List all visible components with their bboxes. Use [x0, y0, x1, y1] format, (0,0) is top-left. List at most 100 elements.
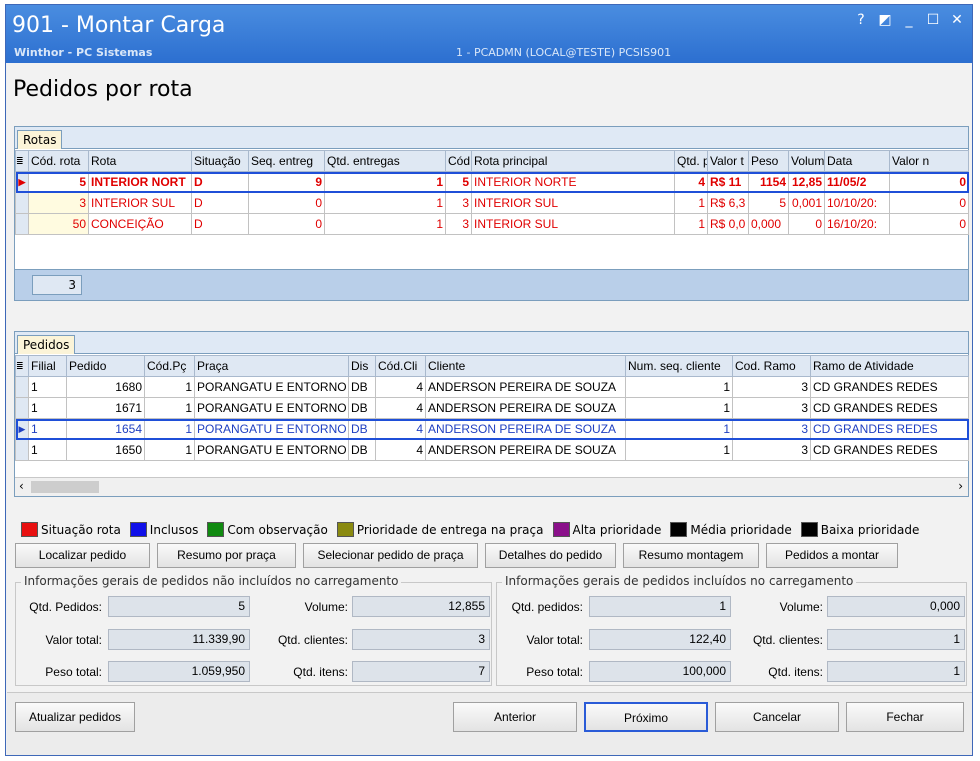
table-cell[interactable]: 50 [28, 213, 89, 235]
rotas-table[interactable]: ≣ Cód. rota Rota Situação Seq. entreg Qt… [15, 150, 969, 235]
col-volume[interactable]: Volume [788, 150, 825, 172]
table-cell[interactable]: 1650 [66, 439, 145, 461]
table-cell[interactable]: 0 [889, 213, 969, 235]
table-cell[interactable]: CD GRANDES REDES [810, 418, 969, 440]
table-cell[interactable]: 1154 [748, 171, 789, 193]
col-ramo-atividade[interactable]: Ramo de Atividade [810, 355, 969, 377]
table-cell[interactable]: D [191, 213, 249, 235]
table-cell[interactable]: 10/10/20: [824, 192, 890, 214]
table-cell[interactable]: 1 [28, 397, 67, 419]
column-chooser-icon[interactable]: ≣ [15, 150, 29, 172]
detalhes-pedido-button[interactable]: Detalhes do pedido [485, 543, 616, 568]
table-cell[interactable]: 1671 [66, 397, 145, 419]
table-cell[interactable]: PORANGATU E ENTORNO [194, 376, 349, 398]
table-cell[interactable]: DB [348, 439, 376, 461]
table-cell[interactable]: 1 [144, 418, 195, 440]
col-cod-pc[interactable]: Cód.Pç [144, 355, 195, 377]
table-cell[interactable]: ANDERSON PEREIRA DE SOUZA [425, 439, 626, 461]
col-cod-cli[interactable]: Cód.Cli [375, 355, 426, 377]
col-pedido[interactable]: Pedido [66, 355, 145, 377]
scroll-thumb[interactable] [31, 481, 99, 493]
table-cell[interactable]: 1680 [66, 376, 145, 398]
table-cell[interactable]: 0,001 [788, 192, 825, 214]
col-praca[interactable]: Praça [194, 355, 349, 377]
col-situacao[interactable]: Situação [191, 150, 249, 172]
table-cell[interactable]: 9 [248, 171, 325, 193]
col-valor-n[interactable]: Valor n [889, 150, 969, 172]
table-cell[interactable]: 1 [625, 397, 733, 419]
table-cell[interactable]: INTERIOR NORT [88, 171, 192, 193]
table-cell[interactable]: 1 [324, 171, 446, 193]
table-cell[interactable]: 4 [375, 439, 426, 461]
column-chooser-icon[interactable]: ≣ [15, 355, 29, 377]
col-filial[interactable]: Filial [28, 355, 67, 377]
table-cell[interactable]: R$ 0,0 [707, 213, 749, 235]
tab-pedidos[interactable]: Pedidos [17, 335, 76, 354]
table-cell[interactable]: 1 [674, 192, 708, 214]
table-cell[interactable]: PORANGATU E ENTORNO [194, 418, 349, 440]
table-cell[interactable]: 3 [445, 213, 472, 235]
table-cell[interactable]: DB [348, 397, 376, 419]
col-cod-rota[interactable]: Cód. rota [28, 150, 89, 172]
help-icon[interactable]: ? [854, 13, 868, 27]
table-cell[interactable]: 1654 [66, 418, 145, 440]
table-row[interactable]: 1 1671 1 PORANGATU E ENTORNO DB 4 ANDERS… [15, 397, 969, 419]
close-icon[interactable]: ✕ [950, 13, 964, 27]
table-cell[interactable]: 1 [144, 397, 195, 419]
table-cell[interactable]: 0 [889, 171, 969, 193]
table-row[interactable]: 1 1680 1 PORANGATU E ENTORNO DB 4 ANDERS… [15, 376, 969, 398]
proximo-button[interactable]: Próximo [584, 702, 708, 732]
resumo-por-praca-button[interactable]: Resumo por praça [157, 543, 296, 568]
col-peso[interactable]: Peso [748, 150, 789, 172]
table-cell[interactable]: ANDERSON PEREIRA DE SOUZA [425, 418, 626, 440]
table-cell[interactable]: 1 [144, 376, 195, 398]
table-cell[interactable]: 3 [732, 418, 811, 440]
table-cell[interactable]: ANDERSON PEREIRA DE SOUZA [425, 397, 626, 419]
table-cell[interactable]: INTERIOR SUL [88, 192, 192, 214]
table-cell[interactable]: CONCEIÇÃO [88, 213, 192, 235]
table-cell[interactable]: 3 [732, 439, 811, 461]
table-cell[interactable]: 1 [625, 376, 733, 398]
col-dis[interactable]: Dis [348, 355, 376, 377]
table-cell[interactable]: 3 [28, 192, 89, 214]
minimize-icon[interactable]: _ [902, 13, 916, 27]
table-cell[interactable]: 4 [375, 397, 426, 419]
localizar-pedido-button[interactable]: Localizar pedido [15, 543, 150, 568]
table-cell[interactable]: D [191, 171, 249, 193]
table-cell[interactable]: INTERIOR SUL [471, 213, 675, 235]
table-cell[interactable]: 5 [445, 171, 472, 193]
table-cell[interactable]: INTERIOR NORTE [471, 171, 675, 193]
table-row[interactable]: 3 INTERIOR SUL D 0 1 3 INTERIOR SUL 1 R$… [15, 192, 969, 214]
col-rota[interactable]: Rota [88, 150, 192, 172]
table-cell[interactable]: 3 [732, 397, 811, 419]
resumo-montagem-button[interactable]: Resumo montagem [623, 543, 759, 568]
table-cell[interactable]: 0 [889, 192, 969, 214]
table-cell[interactable]: 0 [788, 213, 825, 235]
table-cell[interactable]: 1 [674, 213, 708, 235]
table-cell[interactable]: 1 [324, 213, 446, 235]
table-cell[interactable]: R$ 11 [707, 171, 749, 193]
col-qtd-entregas[interactable]: Qtd. entregas [324, 150, 446, 172]
col-cliente[interactable]: Cliente [425, 355, 626, 377]
col-rota-principal[interactable]: Rota principal [471, 150, 675, 172]
col-seq-entreg[interactable]: Seq. entreg [248, 150, 325, 172]
table-cell[interactable]: 1 [625, 418, 733, 440]
scroll-right-icon[interactable]: › [958, 479, 963, 493]
table-cell[interactable]: 1 [28, 439, 67, 461]
table-cell[interactable]: 4 [674, 171, 708, 193]
col-valor-t[interactable]: Valor t [707, 150, 749, 172]
table-cell[interactable]: 4 [375, 418, 426, 440]
scroll-left-icon[interactable]: ‹ [19, 479, 24, 493]
anterior-button[interactable]: Anterior [453, 702, 577, 732]
table-cell[interactable]: 3 [445, 192, 472, 214]
table-cell[interactable]: PORANGATU E ENTORNO [194, 397, 349, 419]
tab-rotas[interactable]: Rotas [17, 130, 63, 149]
col-cod[interactable]: Cód [445, 150, 472, 172]
col-qtd-p[interactable]: Qtd. p [674, 150, 708, 172]
table-cell[interactable]: 5 [28, 171, 89, 193]
horizontal-scrollbar[interactable]: ‹ › [15, 477, 968, 496]
table-cell[interactable]: 1 [28, 376, 67, 398]
table-cell[interactable]: DB [348, 376, 376, 398]
table-row[interactable]: 50 CONCEIÇÃO D 0 1 3 INTERIOR SUL 1 R$ 0… [15, 213, 969, 235]
pedidos-a-montar-button[interactable]: Pedidos a montar [766, 543, 898, 568]
